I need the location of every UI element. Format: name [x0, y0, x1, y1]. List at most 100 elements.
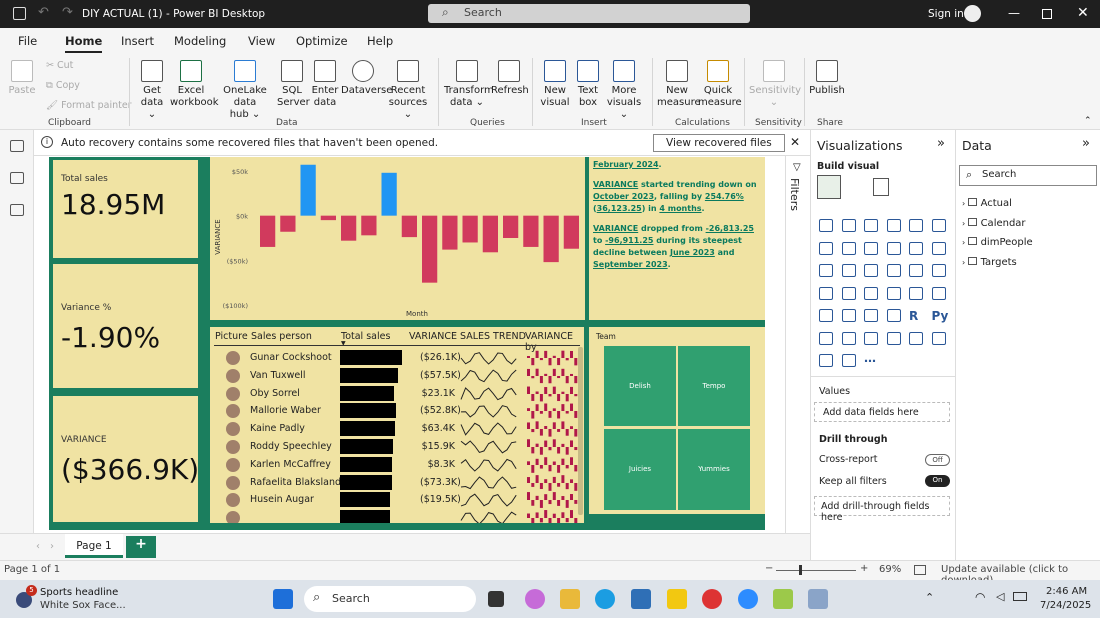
edge-icon[interactable]: [595, 589, 615, 609]
table-visual-icon[interactable]: [864, 309, 878, 322]
quick-measure-button[interactable]: Quick measure: [698, 60, 742, 109]
card-visual-icon[interactable]: [909, 286, 923, 300]
taskbar-search[interactable]: ⌕ Search: [304, 586, 476, 612]
expand-data-icon[interactable]: »: [1082, 136, 1090, 151]
chart-bar[interactable]: [320, 215, 336, 221]
chart-bar[interactable]: [401, 215, 417, 238]
chart-bar[interactable]: [462, 215, 478, 243]
waterfall-visual-icon[interactable]: [819, 264, 833, 277]
publish-button[interactable]: Publish: [808, 60, 846, 97]
stacked-column-visual-icon[interactable]: [841, 219, 856, 232]
chart-bar[interactable]: [523, 215, 539, 247]
clustered-bar-visual-icon[interactable]: [864, 219, 878, 232]
ribbon-visual-icon[interactable]: [931, 241, 946, 255]
add-page-button[interactable]: +: [126, 536, 156, 558]
fit-to-page-icon[interactable]: [914, 565, 926, 575]
scatter-visual-icon[interactable]: [864, 264, 878, 277]
report-view-icon[interactable]: [10, 140, 24, 152]
slicer-visual-icon[interactable]: [841, 309, 856, 322]
transform-data-button[interactable]: Transform data ⌄: [444, 60, 494, 109]
treemap-tile-yummies[interactable]: Yummies: [677, 428, 751, 511]
stacked-area-visual-icon[interactable]: [864, 241, 878, 255]
menu-help[interactable]: Help: [367, 34, 393, 48]
store-icon[interactable]: [631, 589, 651, 609]
close-button[interactable]: ✕: [1077, 5, 1089, 21]
close-info-icon[interactable]: ✕: [790, 135, 800, 149]
100-bar-visual-icon[interactable]: [909, 219, 923, 232]
chart-bar[interactable]: [260, 215, 276, 247]
news-title[interactable]: Sports headline: [40, 587, 118, 598]
text-box-button[interactable]: Text box: [574, 60, 602, 109]
metrics-visual-icon[interactable]: [841, 354, 856, 367]
donut-visual-icon[interactable]: [909, 264, 923, 277]
data-search-input[interactable]: ⌕ Search: [959, 165, 1097, 186]
file-explorer-icon[interactable]: [560, 589, 580, 609]
zoom-out-button[interactable]: −: [765, 563, 773, 574]
smart-narrative[interactable]: February 2024. VARIANCE started trending …: [589, 157, 765, 320]
build-visual-tab-icon[interactable]: [817, 175, 841, 199]
onelake-button[interactable]: OneLake data hub ⌄: [214, 60, 276, 121]
account-icon[interactable]: [964, 5, 981, 22]
format-visual-tab-icon[interactable]: [873, 178, 889, 196]
title-search-box[interactable]: ⌕ Search: [428, 4, 750, 23]
kpi-card-variance-pct[interactable]: Variance % -1.90%: [52, 263, 199, 389]
copy-button[interactable]: ⧉ Copy: [46, 80, 80, 91]
team-treemap[interactable]: Team Delish Tempo Juicies Yummies: [589, 327, 765, 514]
chart-bar[interactable]: [300, 164, 316, 216]
col-header-sales-trend[interactable]: SALES TREND: [460, 331, 526, 342]
table-row[interactable]: Rafaelita Blaksland ($73.3K): [210, 474, 582, 492]
variance-column-chart[interactable]: VARIANCE $50k $0k ($50k) ($100k) Month: [210, 157, 585, 320]
table-row[interactable]: Karlen McCaffrey $8.3K: [210, 456, 582, 474]
field-table-targets[interactable]: › Targets: [962, 256, 1017, 268]
treemap-tile-tempo[interactable]: Tempo: [677, 345, 751, 427]
clock-date[interactable]: 7/24/2025: [1040, 600, 1091, 611]
treemap-tile-delish[interactable]: Delish: [603, 345, 677, 427]
azure-map-visual-icon[interactable]: [864, 286, 878, 300]
table-row[interactable]: Kaine Padly $63.4K: [210, 420, 582, 438]
filled-map-visual-icon[interactable]: [841, 286, 856, 300]
windows-start-icon[interactable]: [273, 589, 293, 609]
col-header-variance[interactable]: VARIANCE: [409, 331, 457, 342]
multi-row-card-visual-icon[interactable]: [931, 286, 946, 300]
pie-visual-icon[interactable]: [886, 264, 901, 277]
kpi-visual-icon[interactable]: [819, 309, 833, 322]
sensitivity-button[interactable]: Sensitivity ⌄: [749, 60, 801, 109]
prev-page-icon[interactable]: ‹: [36, 541, 40, 552]
zoom-slider-thumb[interactable]: [799, 565, 802, 575]
undo-icon[interactable]: ↶: [38, 5, 49, 20]
zoom-app-icon[interactable]: [738, 589, 758, 609]
chart-bar[interactable]: [543, 215, 559, 263]
menu-optimize[interactable]: Optimize: [296, 34, 348, 48]
funnel-visual-icon[interactable]: [841, 264, 856, 277]
menu-file[interactable]: File: [18, 34, 37, 48]
enter-data-button[interactable]: Enter data: [310, 60, 340, 109]
r-visual-icon[interactable]: R: [909, 309, 918, 323]
line-clustered-visual-icon[interactable]: [909, 241, 923, 255]
key-influencers-visual-icon[interactable]: [819, 331, 833, 345]
copilot-icon[interactable]: [525, 589, 545, 609]
network-app-icon[interactable]: [808, 589, 828, 609]
chart-bar[interactable]: [503, 215, 519, 238]
table-row[interactable]: Van Tuxwell ($57.5K): [210, 367, 582, 385]
cut-button[interactable]: ✂ Cut: [46, 60, 73, 71]
power-bi-icon[interactable]: [667, 589, 687, 609]
qa-visual-icon[interactable]: [864, 331, 878, 345]
new-visual-button[interactable]: New visual: [538, 60, 572, 109]
redo-icon[interactable]: ↷: [62, 5, 73, 20]
task-view-icon[interactable]: [488, 591, 504, 607]
paginated-visual-icon[interactable]: [909, 331, 923, 345]
recent-sources-button[interactable]: Recent sources ⌄: [386, 60, 430, 121]
kpi-card-variance[interactable]: VARIANCE ($366.9K): [52, 395, 199, 523]
menu-view[interactable]: View: [248, 34, 275, 48]
field-table-dimpeople[interactable]: › dimPeople: [962, 237, 1033, 248]
map-visual-icon[interactable]: [819, 286, 833, 300]
chart-bar[interactable]: [280, 215, 296, 232]
chart-bar[interactable]: [442, 215, 458, 250]
page-tab-page1[interactable]: Page 1: [65, 534, 123, 558]
table-row[interactable]: Husein Augar ($19.5K): [210, 491, 582, 509]
chart-bar[interactable]: [381, 172, 397, 216]
save-icon[interactable]: [13, 7, 26, 20]
100-column-visual-icon[interactable]: [931, 219, 946, 232]
values-drop-well[interactable]: Add data fields here: [814, 402, 950, 422]
get-data-button[interactable]: Get data ⌄: [136, 60, 168, 121]
